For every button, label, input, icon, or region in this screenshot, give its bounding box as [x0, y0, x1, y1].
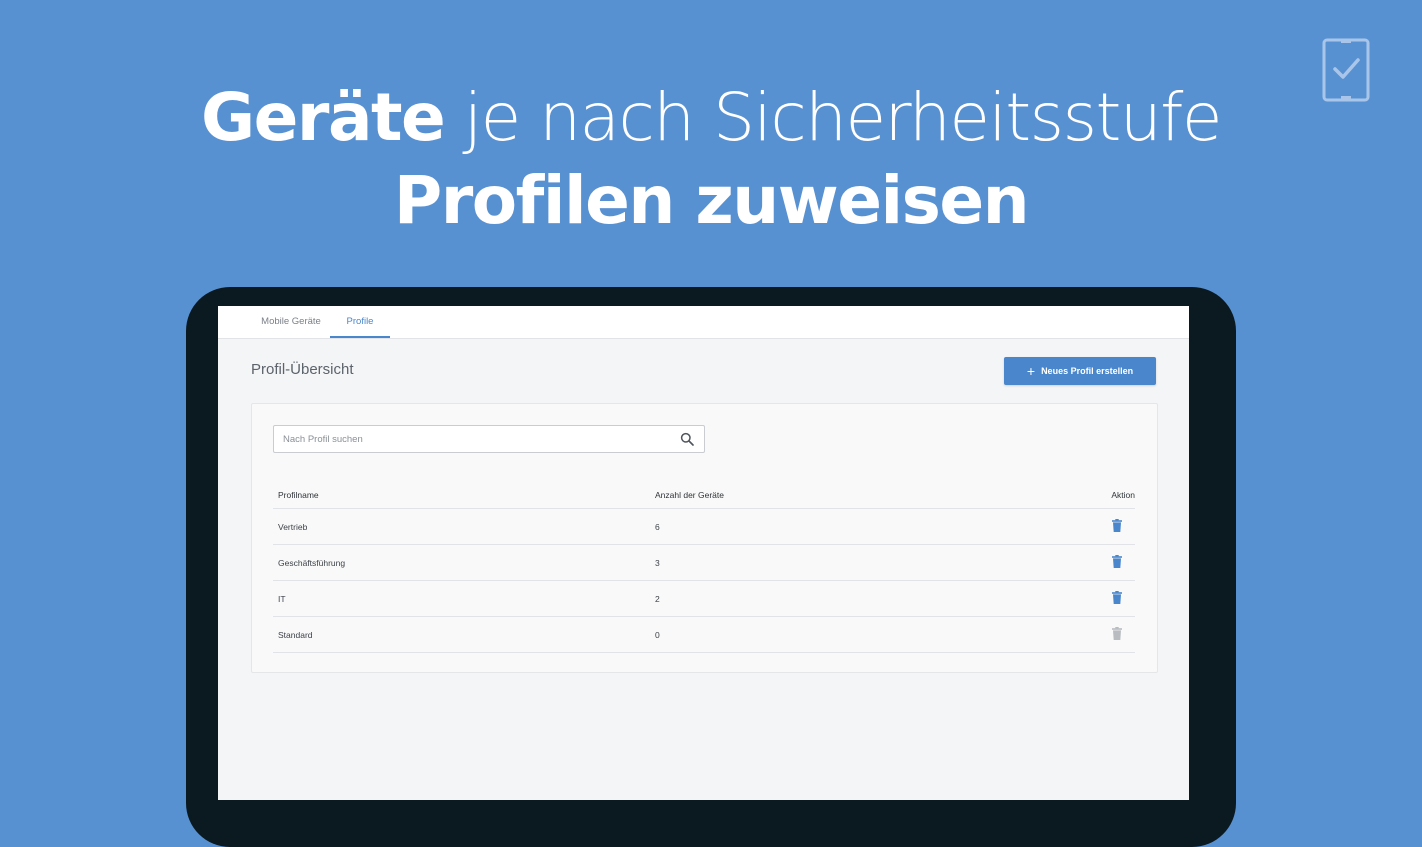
search-box [273, 425, 705, 453]
device-count: 3 [655, 558, 660, 568]
header-profilname: Profilname [278, 490, 319, 500]
header-anzahl: Anzahl der Geräte [655, 490, 724, 500]
table-row: Geschäftsführung 3 [273, 545, 1135, 581]
new-profile-button[interactable]: + Neues Profil erstellen [1004, 357, 1156, 385]
profile-name: Vertrieb [278, 522, 308, 532]
profile-name: Geschäftsführung [278, 558, 346, 568]
headline-line-1-rest: je nach Sicherheitsstufe [444, 79, 1223, 156]
tablet-check-icon [1322, 38, 1370, 102]
trash-icon[interactable] [1112, 519, 1122, 532]
profile-card: Profilname Anzahl der Geräte Aktion Vert… [251, 403, 1158, 673]
tab-bar: Mobile Geräte Profile [218, 306, 1189, 339]
headline: Geräte je nach Sicherheitsstufe Profilen… [0, 78, 1422, 244]
profile-table: Profilname Anzahl der Geräte Aktion Vert… [273, 486, 1135, 653]
headline-bold-word: Geräte [200, 79, 446, 156]
trash-icon-disabled [1112, 627, 1122, 640]
new-profile-button-label: Neues Profil erstellen [1041, 366, 1134, 376]
device-count: 2 [655, 594, 660, 604]
app-screen: Mobile Geräte Profile Profil-Übersicht +… [218, 306, 1189, 800]
device-count: 6 [655, 522, 660, 532]
table-row: IT 2 [273, 581, 1135, 617]
tab-profile[interactable]: Profile [330, 306, 390, 338]
table-row: Standard 0 [273, 617, 1135, 653]
plus-icon: + [1026, 363, 1036, 379]
table-row: Vertrieb 6 [273, 509, 1135, 545]
header-aktion: Aktion [1111, 490, 1135, 500]
trash-icon[interactable] [1112, 555, 1122, 568]
page-title: Profil-Übersicht [251, 361, 354, 378]
profile-name: IT [278, 594, 286, 604]
trash-icon[interactable] [1112, 591, 1122, 604]
search-icon[interactable] [680, 432, 694, 446]
table-header: Profilname Anzahl der Geräte Aktion [273, 486, 1135, 509]
tab-mobile-geraete[interactable]: Mobile Geräte [254, 306, 328, 338]
profile-name: Standard [278, 630, 313, 640]
headline-line-1: Geräte je nach Sicherheitsstufe [0, 78, 1422, 158]
search-input[interactable] [274, 426, 673, 452]
device-count: 0 [655, 630, 660, 640]
headline-line-2: Profilen zuweisen [393, 162, 1030, 239]
